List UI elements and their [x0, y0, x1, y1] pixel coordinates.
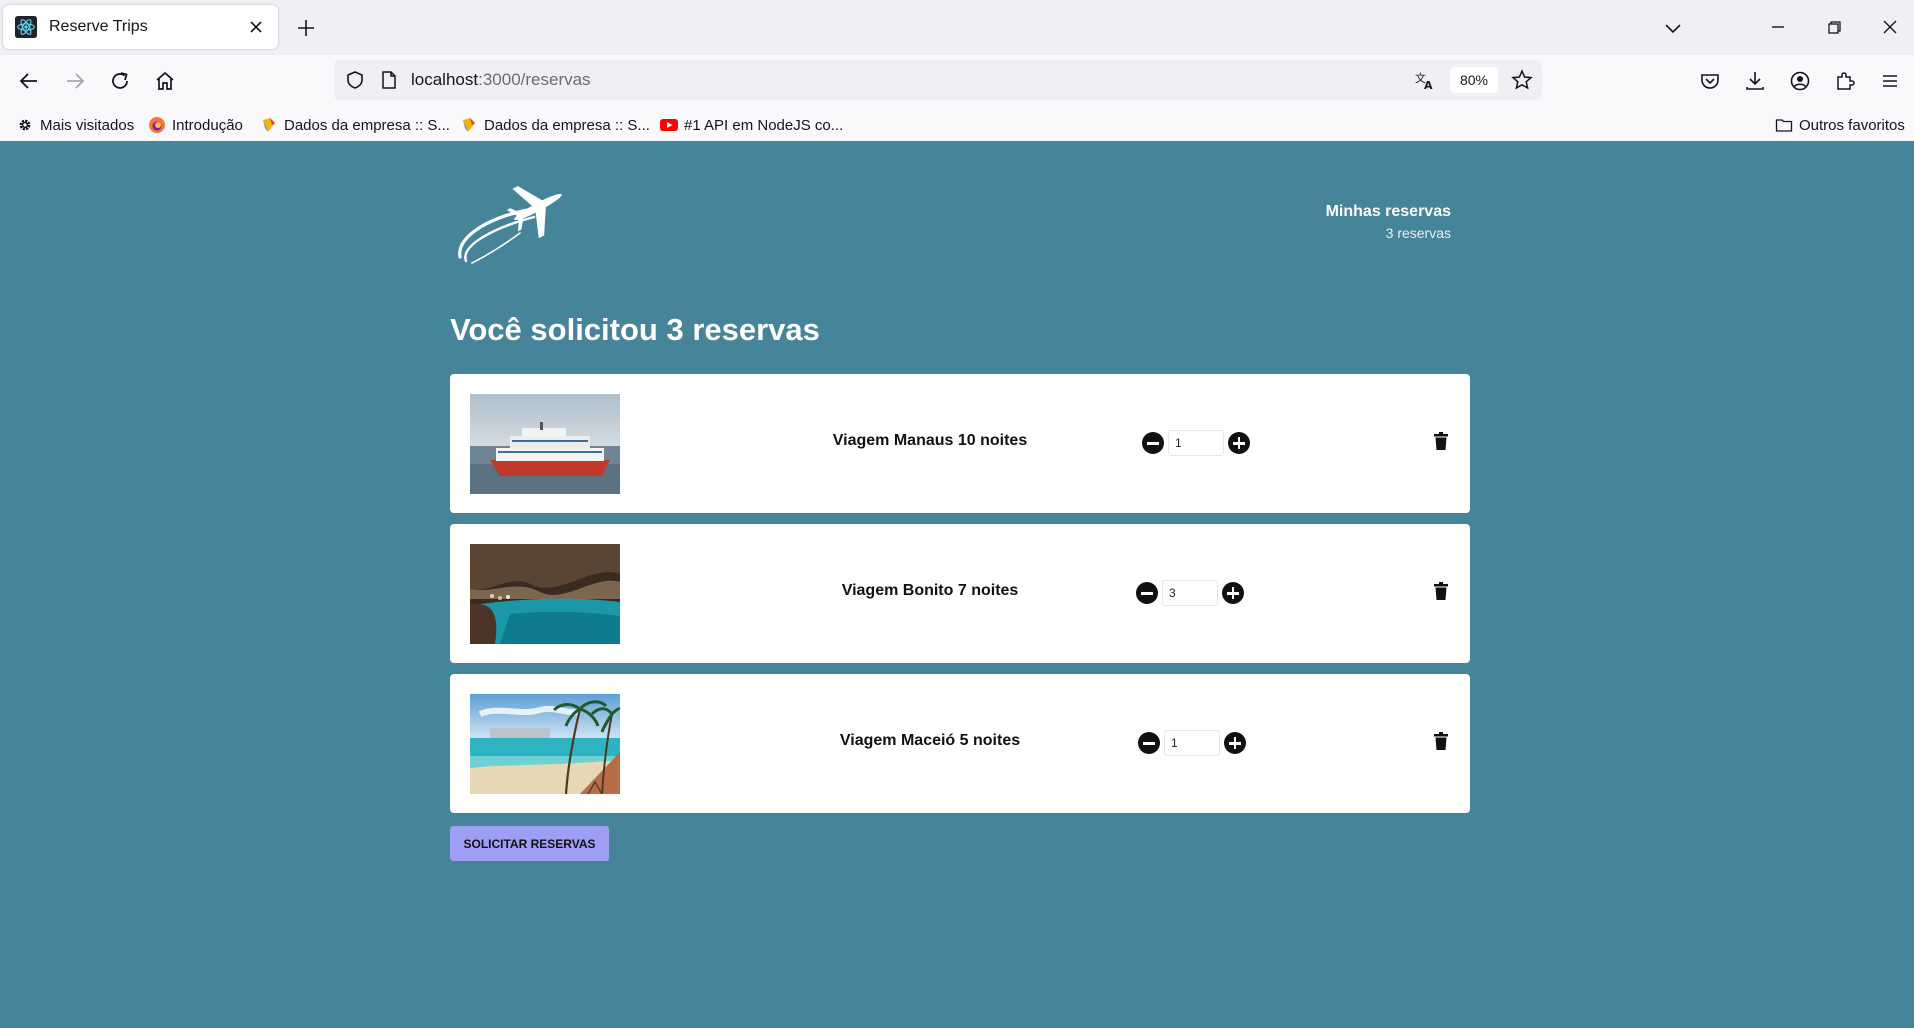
forward-icon[interactable] — [62, 68, 88, 94]
bookmark-label: Mais visitados — [40, 116, 135, 134]
decrease-quantity-button[interactable] — [1142, 432, 1164, 454]
react-icon — [15, 16, 37, 38]
bookmark-most-visited[interactable]: Mais visitados — [16, 114, 134, 136]
submit-reservations-button[interactable]: SOLICITAR RESERVAS — [450, 826, 609, 861]
bookmark-other-favorites[interactable]: Outros favoritos — [1775, 114, 1905, 136]
star-icon[interactable] — [1510, 68, 1534, 92]
back-icon[interactable] — [16, 68, 42, 94]
reservation-item: Viagem Bonito 7 noites — [450, 524, 1470, 663]
reservation-item: Viagem Maceió 5 noites — [450, 674, 1470, 813]
quantity-input[interactable] — [1168, 430, 1224, 456]
bookmark-label: Introdução — [172, 116, 243, 134]
quantity-stepper — [1142, 428, 1250, 458]
page-content: Minhas reservas 3 reservas Você solicito… — [0, 141, 1914, 1028]
svg-text:A: A — [1424, 79, 1433, 91]
quantity-input[interactable] — [1162, 580, 1218, 606]
firefox-icon — [149, 117, 165, 133]
pocket-icon[interactable] — [1697, 68, 1723, 94]
reservation-title: Viagem Manaus 10 noites — [832, 432, 1028, 449]
cave-photo — [470, 544, 620, 644]
reservation-title: Viagem Bonito 7 noites — [841, 582, 1019, 599]
folder-icon — [1775, 119, 1793, 132]
url-host: localhost — [411, 70, 479, 89]
reservation-title: Viagem Maceió 5 noites — [839, 732, 1021, 749]
tab-strip: Reserve Trips — [0, 0, 1914, 55]
home-icon[interactable] — [152, 68, 178, 94]
reservation-list: Viagem Manaus 10 noites 1 Viagem Bonito … — [450, 374, 1470, 824]
bookmark-dados-empresa-2[interactable]: Dados da empresa :: S... — [460, 114, 650, 136]
page-icon[interactable] — [378, 69, 400, 91]
download-icon[interactable] — [1742, 68, 1768, 94]
restore-icon[interactable] — [1822, 15, 1846, 39]
trash-icon[interactable] — [1434, 582, 1448, 600]
shield-icon[interactable] — [344, 69, 366, 91]
url-text[interactable]: localhost:3000/reservas — [411, 70, 591, 90]
account-icon[interactable] — [1787, 68, 1813, 94]
extensions-icon[interactable] — [1832, 68, 1858, 94]
reservation-item: Viagem Manaus 10 noites — [450, 374, 1470, 513]
close-window-icon[interactable] — [1878, 15, 1902, 39]
chevron-down-icon[interactable] — [1662, 17, 1684, 39]
bookmark-label: Dados da empresa :: S... — [484, 116, 650, 134]
decrease-quantity-button[interactable] — [1138, 732, 1160, 754]
my-reservations-title: Minhas reservas — [1325, 203, 1451, 220]
tab-title: Reserve Trips — [49, 18, 148, 35]
decrease-quantity-button[interactable] — [1136, 582, 1158, 604]
increase-quantity-button[interactable] — [1222, 582, 1244, 604]
trash-icon[interactable] — [1434, 432, 1448, 450]
zoom-level[interactable]: 80% — [1450, 67, 1498, 93]
new-tab-icon[interactable] — [294, 16, 318, 40]
menu-icon[interactable] — [1877, 68, 1903, 94]
bookmark-dados-empresa-1[interactable]: Dados da empresa :: S... — [260, 114, 450, 136]
bookmark-label: #1 API em NodeJS co... — [684, 116, 844, 134]
quantity-stepper — [1138, 728, 1246, 758]
airplane-logo-icon[interactable] — [454, 173, 574, 273]
reload-icon[interactable] — [107, 68, 133, 94]
company-icon — [263, 118, 275, 132]
increase-quantity-button[interactable] — [1228, 432, 1250, 454]
youtube-icon — [660, 119, 678, 131]
close-tab-icon[interactable] — [246, 17, 266, 37]
company-icon — [463, 118, 475, 132]
bookmarks-toolbar: Mais visitados Introdução Dados da empre… — [0, 107, 1914, 142]
quantity-stepper — [1136, 578, 1244, 608]
navigation-bar: localhost:3000/reservas 文 A 80% — [0, 55, 1914, 107]
gear-icon — [19, 119, 31, 131]
bookmark-api-nodejs[interactable]: #1 API em NodeJS co... — [660, 114, 843, 136]
increase-quantity-button[interactable] — [1224, 732, 1246, 754]
browser-tab[interactable]: Reserve Trips — [3, 5, 278, 49]
quantity-input[interactable] — [1164, 730, 1220, 756]
url-path: :3000/reservas — [478, 70, 591, 89]
beach-photo — [470, 694, 620, 794]
translate-icon[interactable]: 文 A — [1414, 69, 1436, 91]
bookmark-introducao[interactable]: Introdução — [148, 114, 243, 136]
bookmark-label: Outros favoritos — [1799, 116, 1905, 134]
my-reservations-link[interactable]: Minhas reservas 3 reservas — [1250, 203, 1451, 241]
minimize-icon[interactable] — [1766, 15, 1790, 39]
bookmark-label: Dados da empresa :: S... — [284, 116, 450, 134]
boat-photo — [470, 394, 620, 494]
trash-icon[interactable] — [1434, 732, 1448, 750]
url-bar[interactable]: localhost:3000/reservas 文 A 80% — [334, 60, 1542, 100]
reservations-count: 3 reservas — [1385, 225, 1451, 241]
page-title: Você solicitou 3 reservas — [450, 312, 820, 347]
